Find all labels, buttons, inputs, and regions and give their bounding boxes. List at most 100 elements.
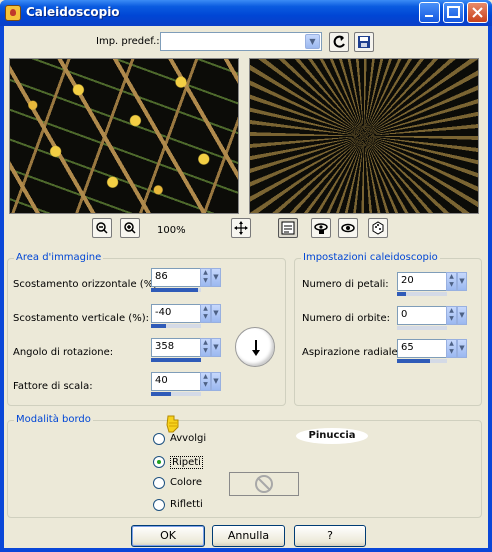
rotation-input[interactable]: 358 (151, 338, 201, 357)
zoom-level: 100% (157, 225, 186, 236)
orbits-label: Numero di orbite: (302, 313, 391, 324)
orbits-input[interactable]: 0 (397, 306, 447, 325)
edge-color-swatch[interactable] (229, 472, 299, 496)
rotation-dropdown[interactable]: ▼ (211, 338, 221, 357)
edge-mode-title: Modalità bordo (14, 414, 93, 425)
eye-lock-icon (314, 223, 328, 234)
h-offset-slider-fill (151, 288, 198, 292)
auto-proof-button[interactable] (311, 218, 331, 238)
petals-slider[interactable] (397, 292, 447, 296)
maximize-button[interactable] (443, 2, 464, 23)
radio-rifletti-label[interactable]: Rifletti (170, 499, 203, 510)
orbits-up-down[interactable]: ▲ ▼ (446, 306, 457, 325)
orbits-slider[interactable] (397, 326, 447, 330)
rotation-spinner[interactable]: 358 ▲ ▼ ▼ (151, 338, 221, 366)
h-offset-dropdown[interactable]: ▼ (211, 268, 221, 287)
chevron-down-icon[interactable]: ▼ (305, 34, 320, 49)
petals-slider-fill (397, 292, 406, 296)
image-area-title: Area d'immagine (14, 252, 104, 263)
petals-input[interactable]: 20 (397, 272, 447, 291)
rotation-slider-fill (151, 358, 201, 362)
pan-button[interactable] (231, 218, 251, 238)
reset-button[interactable] (329, 32, 349, 52)
v-offset-up-down[interactable]: ▲ ▼ (200, 304, 211, 323)
pan-move-icon (234, 221, 248, 235)
rotation-dial[interactable] (235, 327, 275, 367)
watermark-logo: Pinuccia (296, 428, 368, 444)
h-offset-input[interactable]: 86 (151, 268, 201, 287)
zoom-in-icon (124, 222, 136, 234)
close-icon (472, 7, 483, 18)
maximize-icon (447, 6, 460, 18)
pointing-hand-icon (166, 415, 179, 433)
scale-up-down[interactable]: ▲ ▼ (200, 372, 211, 391)
save-preset-button[interactable] (354, 32, 374, 52)
zoom-out-button[interactable] (92, 218, 112, 238)
radial-slider[interactable] (397, 359, 447, 363)
radial-label: Aspirazione radiale: (302, 347, 402, 358)
randomize-button[interactable] (368, 218, 388, 238)
radio-ripeti-label[interactable]: Ripeti (170, 456, 203, 469)
save-floppy-icon (358, 36, 370, 48)
dice-icon (372, 221, 384, 235)
scale-input[interactable]: 40 (151, 372, 201, 391)
proof-toggle-button[interactable] (278, 218, 298, 238)
eye-icon (341, 223, 355, 233)
v-offset-spinner[interactable]: -40 ▲ ▼ ▼ (151, 304, 221, 332)
title-bar[interactable]: Caleidoscopio (0, 0, 492, 26)
v-offset-label: Scostamento verticale (%): (13, 313, 149, 324)
result-preview[interactable] (249, 58, 479, 214)
v-offset-slider[interactable] (151, 324, 201, 328)
orbits-spinner[interactable]: 0 ▲ ▼ ▼ (397, 306, 467, 334)
petals-spinner[interactable]: 20 ▲ ▼ ▼ (397, 272, 467, 300)
radial-dropdown[interactable]: ▼ (457, 339, 467, 358)
radial-input[interactable]: 65 (397, 339, 447, 358)
zoom-in-button[interactable] (120, 218, 140, 238)
radio-rifletti[interactable] (153, 499, 165, 511)
scale-slider[interactable] (151, 392, 201, 396)
h-offset-up-down[interactable]: ▲ ▼ (200, 268, 211, 287)
radial-up-down[interactable]: ▲ ▼ (446, 339, 457, 358)
h-offset-spinner[interactable]: 86 ▲ ▼ ▼ (151, 268, 221, 296)
scale-dropdown[interactable]: ▼ (211, 372, 221, 391)
orbits-dropdown[interactable]: ▼ (457, 306, 467, 325)
app-icon (5, 5, 21, 21)
reset-icon (333, 35, 345, 48)
kaleido-title: Impostazioni caleidoscopio (301, 252, 440, 263)
cancel-button[interactable]: Annulla (212, 525, 285, 547)
scale-spinner[interactable]: 40 ▲ ▼ ▼ (151, 372, 221, 400)
h-offset-label: Scostamento orizzontale (%): (13, 279, 161, 290)
radio-ripeti[interactable] (153, 456, 165, 468)
v-offset-slider-fill (151, 324, 166, 328)
radial-slider-fill (397, 359, 430, 363)
rotation-label: Angolo di rotazione: (13, 347, 114, 358)
disabled-icon (255, 475, 273, 493)
h-offset-slider[interactable] (151, 288, 201, 292)
preset-label: Imp. predef.: (96, 36, 160, 47)
minimize-button[interactable] (419, 2, 440, 23)
petals-label: Numero di petali: (302, 279, 389, 290)
petals-up-down[interactable]: ▲ ▼ (446, 272, 457, 291)
preview-eye-button[interactable] (338, 218, 358, 238)
radio-colore[interactable] (153, 477, 165, 489)
edge-mode-group: Modalità bordo (7, 414, 482, 518)
source-preview[interactable] (9, 58, 239, 214)
radio-colore-label[interactable]: Colore (170, 477, 202, 488)
window-title: Caleidoscopio (26, 5, 120, 19)
radial-spinner[interactable]: 65 ▲ ▼ ▼ (397, 339, 467, 367)
help-button[interactable]: ? (294, 525, 366, 547)
minimize-icon (425, 15, 433, 17)
proof-toggle-icon (281, 221, 295, 235)
scale-label: Fattore di scala: (13, 381, 93, 392)
preset-combo[interactable]: ▼ (160, 32, 322, 51)
rotation-up-down[interactable]: ▲ ▼ (200, 338, 211, 357)
v-offset-dropdown[interactable]: ▼ (211, 304, 221, 323)
zoom-out-icon (96, 222, 108, 234)
window-border-right (488, 26, 492, 552)
ok-button[interactable]: OK (131, 525, 205, 547)
petals-dropdown[interactable]: ▼ (457, 272, 467, 291)
rotation-slider[interactable] (151, 358, 201, 362)
v-offset-input[interactable]: -40 (151, 304, 201, 323)
close-button[interactable] (467, 2, 488, 23)
scale-slider-fill (151, 392, 171, 396)
